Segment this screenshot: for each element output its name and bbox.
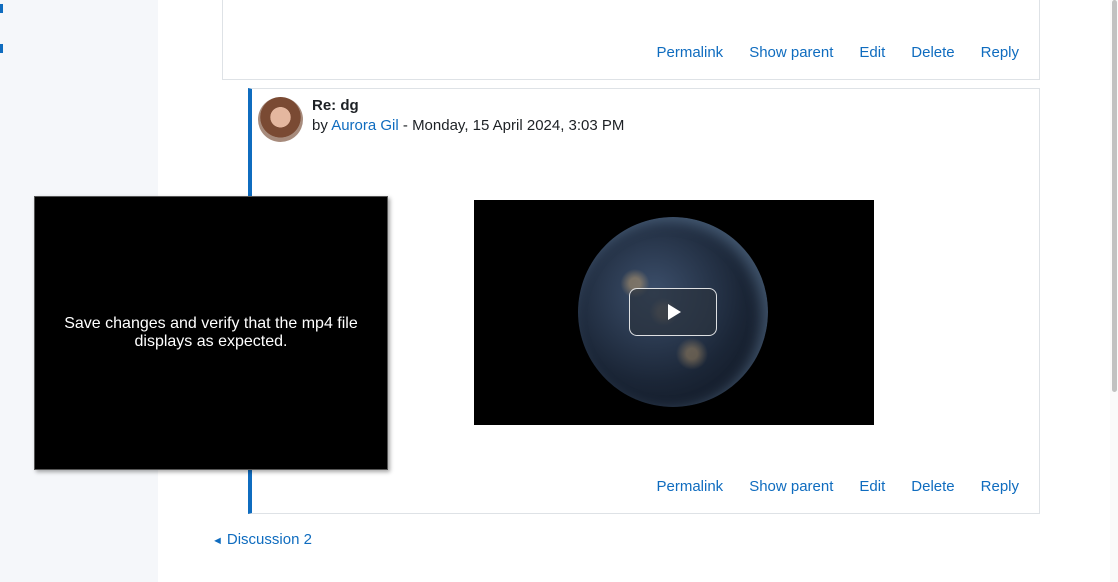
delete-link[interactable]: Delete	[911, 478, 954, 495]
page-scrollbar[interactable]	[1110, 0, 1118, 582]
left-arrow-icon: ◄	[212, 535, 223, 547]
byline-separator: -	[402, 117, 408, 134]
show-parent-link[interactable]: Show parent	[749, 44, 833, 61]
play-button[interactable]	[629, 288, 717, 336]
scrollbar-thumb[interactable]	[1112, 0, 1117, 392]
reply-link[interactable]: Reply	[981, 478, 1019, 495]
by-label: by	[312, 117, 328, 134]
prev-discussion-label: Discussion 2	[226, 531, 312, 548]
permalink-link[interactable]: Permalink	[657, 478, 724, 495]
play-icon	[668, 304, 681, 320]
drawer-item-marker[interactable]	[0, 4, 3, 13]
delete-link[interactable]: Delete	[911, 44, 954, 61]
forum-post-parent: Permalink Show parent Edit Delete Reply	[222, 0, 1040, 80]
video-player[interactable]	[474, 200, 874, 425]
edit-link[interactable]: Edit	[859, 478, 885, 495]
post-actions: Permalink Show parent Edit Delete Reply	[657, 478, 1020, 495]
author-link[interactable]: Aurora Gil	[331, 117, 399, 134]
post-actions: Permalink Show parent Edit Delete Reply	[657, 44, 1020, 61]
tooltip-text: Save changes and verify that the mp4 fil…	[64, 315, 358, 350]
reply-link[interactable]: Reply	[981, 44, 1019, 61]
post-byline: by Aurora Gil - Monday, 15 April 2024, 3…	[312, 117, 624, 134]
permalink-link[interactable]: Permalink	[657, 44, 724, 61]
post-subject: Re: dg	[312, 97, 359, 114]
edit-link[interactable]: Edit	[859, 44, 885, 61]
author-avatar[interactable]	[258, 97, 303, 142]
drawer-item-marker[interactable]	[0, 44, 3, 53]
show-parent-link[interactable]: Show parent	[749, 478, 833, 495]
instruction-tooltip: Save changes and verify that the mp4 fil…	[34, 196, 388, 470]
post-date: Monday, 15 April 2024, 3:03 PM	[412, 117, 625, 134]
prev-discussion-link[interactable]: ◄ Discussion 2	[212, 531, 312, 548]
